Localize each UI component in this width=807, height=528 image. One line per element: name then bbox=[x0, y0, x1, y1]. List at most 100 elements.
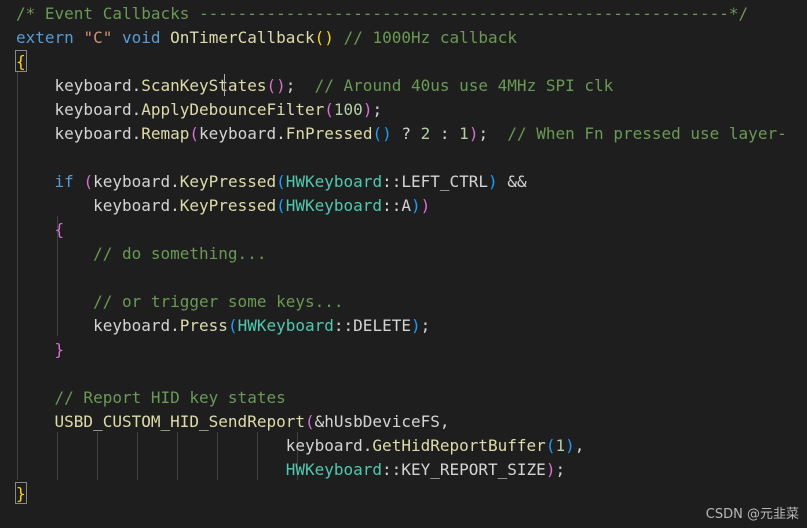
code-token: ) bbox=[545, 460, 556, 479]
code-line[interactable]: // do something... bbox=[16, 242, 266, 266]
code-token: 2 bbox=[420, 124, 431, 143]
code-token: GetHidReportBuffer bbox=[372, 436, 546, 455]
code-token: &hUsbDeviceFS, bbox=[314, 412, 450, 431]
code-token: HWKeyboard bbox=[285, 196, 383, 215]
code-token: 1 bbox=[555, 436, 566, 455]
code-line[interactable]: keyboard.Press(HWKeyboard::DELETE); bbox=[16, 314, 430, 338]
code-token: 1 bbox=[459, 124, 469, 143]
code-token: ApplyDebounceFilter bbox=[141, 100, 325, 119]
code-token: keyboard. bbox=[16, 124, 142, 143]
code-token: ScanKeyStates bbox=[141, 76, 267, 95]
code-line[interactable]: /* Event Callbacks ---------------------… bbox=[16, 2, 748, 26]
code-token: && bbox=[497, 172, 527, 191]
code-token: ( bbox=[324, 100, 334, 119]
code-token: { bbox=[16, 52, 26, 71]
code-token: ? bbox=[391, 124, 421, 143]
code-token: HWKeyboard bbox=[285, 460, 383, 479]
code-token: ; bbox=[555, 460, 566, 479]
code-line[interactable]: extern "C" void OnTimerCallback() // 100… bbox=[16, 26, 517, 50]
code-token: HWKeyboard bbox=[237, 316, 334, 335]
code-line[interactable]: keyboard.GetHidReportBuffer(1), bbox=[16, 434, 585, 458]
code-token: /* Event Callbacks ---------------------… bbox=[16, 4, 749, 23]
code-token: ( bbox=[83, 172, 94, 191]
code-token: FnPressed bbox=[285, 124, 373, 143]
code-token: KeyPressed bbox=[179, 172, 277, 191]
code-token: // Report HID key states bbox=[54, 388, 286, 407]
code-token: // do something... bbox=[93, 244, 267, 263]
code-token: keyboard. bbox=[16, 316, 180, 335]
code-token: keyboard. bbox=[93, 172, 180, 191]
code-token: ( bbox=[276, 172, 286, 191]
code-token: } bbox=[54, 340, 65, 359]
code-token: "C" bbox=[83, 28, 113, 47]
code-token: ) bbox=[410, 196, 421, 215]
code-token: extern bbox=[16, 28, 74, 47]
code-token: ::LEFT_CTRL bbox=[382, 172, 489, 191]
code-token: ) bbox=[468, 124, 479, 143]
code-token: ; bbox=[478, 124, 508, 143]
code-token: // 1000Hz callback bbox=[343, 28, 517, 47]
code-token: { bbox=[54, 220, 65, 239]
code-token: ( bbox=[189, 124, 200, 143]
code-token: ) bbox=[410, 316, 421, 335]
code-line[interactable]: HWKeyboard::KEY_REPORT_SIZE); bbox=[16, 458, 565, 482]
code-token: ; bbox=[372, 100, 383, 119]
code-line[interactable]: // or trigger some keys... bbox=[16, 290, 344, 314]
code-token: , bbox=[574, 436, 585, 455]
code-token: ) bbox=[362, 100, 373, 119]
code-token: KeyPressed bbox=[179, 196, 277, 215]
code-line[interactable]: { bbox=[16, 218, 65, 242]
code-line[interactable]: keyboard.ApplyDebounceFilter(100); bbox=[16, 98, 383, 122]
code-line[interactable]: if (keyboard.KeyPressed(HWKeyboard::LEFT… bbox=[16, 170, 527, 194]
code-token: ) bbox=[488, 172, 498, 191]
code-token: OnTimerCallback bbox=[170, 28, 315, 47]
code-token: () bbox=[314, 28, 334, 47]
code-line[interactable]: } bbox=[16, 338, 65, 362]
code-token: Press bbox=[179, 316, 228, 335]
code-token: 100 bbox=[333, 100, 363, 119]
code-token: () bbox=[266, 76, 286, 95]
code-line[interactable]: { bbox=[16, 50, 26, 74]
code-token: void bbox=[121, 28, 161, 47]
code-token: if bbox=[54, 172, 74, 191]
code-token: // Around 40us use 4MHz SPI clk bbox=[314, 76, 614, 95]
code-token: ::A bbox=[382, 196, 411, 215]
code-line[interactable]: keyboard.KeyPressed(HWKeyboard::A)) bbox=[16, 194, 430, 218]
code-token: Remap bbox=[141, 124, 190, 143]
code-token: // When Fn pressed use layer- bbox=[507, 124, 787, 143]
code-token: ; bbox=[285, 76, 315, 95]
code-token: ( bbox=[227, 316, 238, 335]
code-token: : bbox=[430, 124, 460, 143]
code-line[interactable]: USBD_CUSTOM_HID_SendReport(&hUsbDeviceFS… bbox=[16, 410, 450, 434]
watermark: CSDN @元韭菜 bbox=[705, 507, 799, 522]
text-cursor bbox=[224, 74, 225, 96]
code-line[interactable]: keyboard.Remap(keyboard.FnPressed() ? 2 … bbox=[16, 122, 787, 146]
code-token: ) bbox=[420, 196, 431, 215]
code-token: keyboard. bbox=[16, 196, 180, 215]
code-line[interactable]: // Report HID key states bbox=[16, 386, 286, 410]
code-token: ) bbox=[565, 436, 575, 455]
code-token: ::KEY_REPORT_SIZE bbox=[382, 460, 546, 479]
code-token: // or trigger some keys... bbox=[93, 292, 344, 311]
code-token: keyboard. bbox=[16, 100, 142, 119]
code-token: ::DELETE bbox=[333, 316, 411, 335]
code-token: keyboard. bbox=[16, 76, 142, 95]
code-line[interactable]: } bbox=[16, 482, 26, 506]
code-token: ( bbox=[545, 436, 556, 455]
code-editor[interactable]: /* Event Callbacks ---------------------… bbox=[0, 0, 807, 528]
code-token: keyboard. bbox=[16, 436, 373, 455]
code-token: ( bbox=[304, 412, 315, 431]
code-line[interactable]: keyboard.ScanKeyStates(); // Around 40us… bbox=[16, 74, 614, 98]
code-token: ; bbox=[420, 316, 431, 335]
